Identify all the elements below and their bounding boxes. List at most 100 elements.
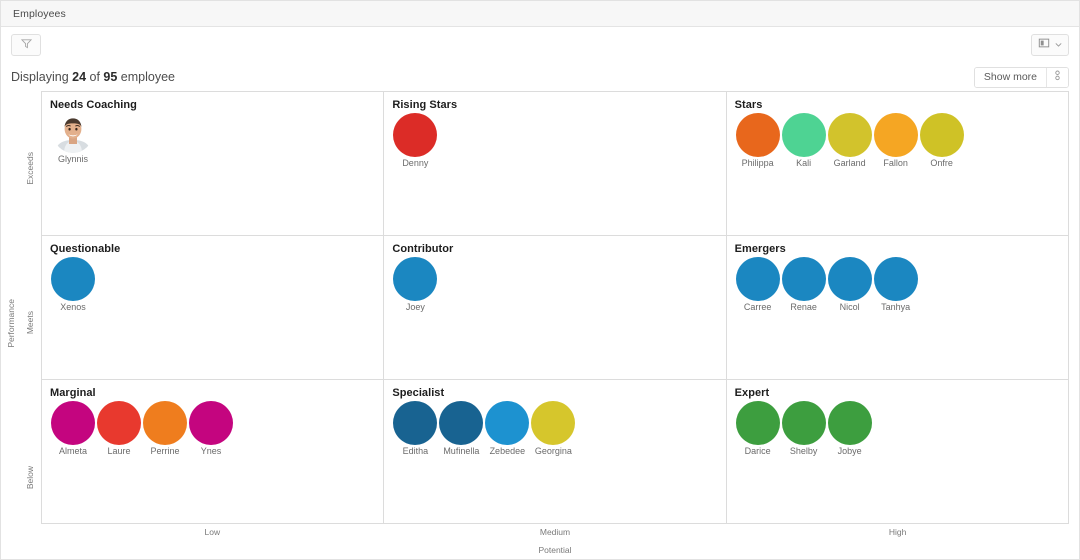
- employee-name: Philippa: [741, 158, 774, 168]
- layout-card-icon: [1038, 36, 1050, 54]
- y-axis-ticks: Exceeds Meets Below: [19, 91, 41, 555]
- employee-item[interactable]: Carree: [735, 257, 781, 312]
- employee-name: Onfre: [930, 158, 953, 168]
- employee-item[interactable]: Shelby: [781, 401, 827, 456]
- employee-name: Jobye: [837, 446, 862, 456]
- show-more-button[interactable]: Show more: [974, 67, 1046, 87]
- nine-box-matrix: Performance Exceeds Meets Below Needs Co…: [1, 91, 1079, 559]
- employee-item[interactable]: Xenos: [50, 257, 96, 312]
- employee-item[interactable]: Nicol: [827, 257, 873, 312]
- matrix-cell[interactable]: Marginal Almeta Laure Perrine Ynes: [42, 380, 385, 524]
- employee-avatar-dot: [51, 401, 95, 445]
- employee-item[interactable]: Joey: [392, 257, 438, 312]
- employee-list: Glynnis: [50, 113, 375, 164]
- y-axis-tick: Below: [19, 400, 41, 555]
- employee-item[interactable]: Garland: [827, 113, 873, 168]
- matrix-cell-title: Contributor: [392, 243, 454, 255]
- employee-name: Zebedee: [489, 446, 526, 456]
- employee-item[interactable]: Ynes: [188, 401, 234, 456]
- employee-avatar-photo: [53, 113, 93, 153]
- employee-avatar-dot: [873, 257, 918, 301]
- employee-avatar-dot: [781, 113, 826, 157]
- employee-name: Garland: [833, 158, 866, 168]
- y-axis: Performance Exceeds Meets Below: [3, 91, 41, 555]
- employee-avatar-dot: [189, 401, 233, 445]
- employee-item[interactable]: Mufinella: [438, 401, 484, 456]
- employee-item[interactable]: Denny: [392, 113, 438, 168]
- status-actions: Show more: [973, 66, 1069, 88]
- status-total-count: 95: [103, 70, 118, 84]
- employee-item[interactable]: Kali: [781, 113, 827, 168]
- employee-item[interactable]: Philippa: [735, 113, 781, 168]
- employee-name: Darice: [744, 446, 771, 456]
- matrix-cell[interactable]: Questionable Xenos: [42, 236, 385, 380]
- y-axis-title-label: Performance: [6, 298, 16, 348]
- matrix-cell[interactable]: Needs Coaching Glynnis: [42, 92, 385, 236]
- matrix-cell[interactable]: Emergers Carree Renae Nicol Tanhya: [726, 236, 1069, 380]
- employee-item[interactable]: Almeta: [50, 401, 96, 456]
- employee-item[interactable]: Georgina: [530, 401, 576, 456]
- filter-button[interactable]: [11, 34, 41, 56]
- employee-item[interactable]: Glynnis: [50, 113, 96, 164]
- status-row: Displaying 24 of 95 employee Show more: [1, 63, 1079, 91]
- matrix-grid: Needs Coaching Glynnis Rising Stars Denny S…: [41, 91, 1069, 524]
- employee-list: Philippa Kali Garland Fallon Onfre: [735, 113, 1060, 168]
- y-axis-tick: Exceeds: [19, 91, 41, 246]
- employee-item[interactable]: Jobye: [827, 401, 873, 456]
- employee-item[interactable]: Perrine: [142, 401, 188, 456]
- matrix-cell[interactable]: Specialist Editha Mufinella Zebedee Georgina: [384, 380, 727, 524]
- chevron-down-icon: [1054, 36, 1063, 54]
- matrix-cell[interactable]: Rising Stars Denny: [384, 92, 727, 236]
- more-options-button[interactable]: [1046, 67, 1068, 87]
- employee-avatar-dot: [143, 401, 187, 445]
- employee-avatar-dot: [393, 401, 438, 445]
- employee-name: Nicol: [839, 302, 860, 312]
- window-titlebar: Employees: [1, 1, 1079, 27]
- employee-avatar-dot: [97, 401, 141, 445]
- more-options-icon: [1053, 68, 1062, 86]
- y-axis-tick-label: Exceeds: [25, 152, 35, 185]
- employee-list: Almeta Laure Perrine Ynes: [50, 401, 375, 456]
- window-title: Employees: [13, 7, 66, 20]
- employee-item[interactable]: Fallon: [873, 113, 919, 168]
- employee-avatar-dot: [51, 257, 95, 301]
- x-axis-tick: High: [888, 527, 907, 537]
- displaying-status: Displaying 24 of 95 employee: [11, 70, 175, 84]
- employee-avatar-dot: [531, 401, 576, 445]
- employee-avatar-dot: [827, 113, 872, 157]
- toolbar-right-group: [1031, 34, 1069, 56]
- employee-item[interactable]: Laure: [96, 401, 142, 456]
- employee-item[interactable]: Renae: [781, 257, 827, 312]
- employee-item[interactable]: Tanhya: [873, 257, 919, 312]
- employee-list: Joey: [392, 257, 717, 312]
- matrix-cell-title: Needs Coaching: [50, 99, 137, 111]
- employee-list: Editha Mufinella Zebedee Georgina: [392, 401, 717, 456]
- employee-list: Denny: [392, 113, 717, 168]
- employee-item[interactable]: Editha: [392, 401, 438, 456]
- employee-name: Denny: [402, 158, 429, 168]
- y-axis-tick-label: Meets: [25, 311, 35, 335]
- matrix-cell[interactable]: Expert Darice Shelby Jobye: [726, 380, 1069, 524]
- employee-avatar-dot: [735, 113, 780, 157]
- matrix-cell[interactable]: Stars Philippa Kali Garland Fallon Onfre: [726, 92, 1069, 236]
- employee-avatar-dot: [393, 113, 438, 157]
- employee-list: Carree Renae Nicol Tanhya: [735, 257, 1060, 312]
- employee-item[interactable]: Onfre: [919, 113, 965, 168]
- matrix-cell[interactable]: Contributor Joey: [384, 236, 727, 380]
- employee-avatar-dot: [439, 401, 484, 445]
- employee-name: Perrine: [150, 446, 180, 456]
- employee-name: Laure: [107, 446, 131, 456]
- x-axis-tick: Medium: [539, 527, 571, 537]
- employee-name: Editha: [402, 446, 429, 456]
- employee-avatar-dot: [735, 257, 780, 301]
- employee-item[interactable]: Darice: [735, 401, 781, 456]
- employee-avatar-dot: [735, 401, 780, 445]
- employee-item[interactable]: Zebedee: [484, 401, 530, 456]
- employee-name: Carree: [743, 302, 772, 312]
- employee-name: Ynes: [200, 446, 222, 456]
- employee-name: Georgina: [534, 446, 572, 456]
- x-axis: Low Medium High Potential: [41, 524, 1069, 555]
- matrix-cell-title: Emergers: [734, 243, 786, 255]
- view-mode-button[interactable]: [1031, 34, 1069, 56]
- matrix-cell-title: Expert: [734, 387, 770, 399]
